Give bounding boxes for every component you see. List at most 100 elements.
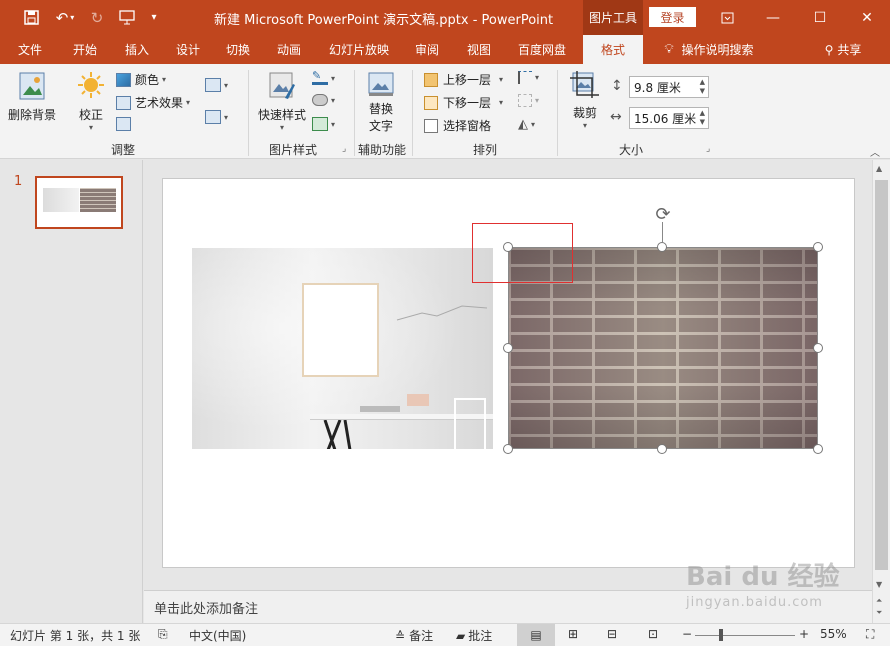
ribbon-tabs: 文件 开始 插入 设计 切换 动画 幻灯片放映 审阅 视图 百度网盘 格式 💡︎… bbox=[0, 35, 890, 64]
collapse-ribbon-icon[interactable]: ︿ bbox=[870, 144, 880, 159]
tab-slideshow[interactable]: 幻灯片放映 bbox=[322, 35, 396, 64]
slide-thumbnail[interactable] bbox=[35, 176, 123, 229]
status-bar: 幻灯片 第 1 张，共 1 张 ⎘ 中文(中国) ≙ 备注 ▰ 批注 ▤ ⊞ ⊟… bbox=[0, 623, 890, 646]
resize-handle-w[interactable] bbox=[503, 343, 513, 353]
artistic-effects-button[interactable]: 艺术效果 ▾ bbox=[116, 94, 190, 111]
slideshow-view-icon[interactable]: ⊡ bbox=[648, 627, 658, 641]
reading-view-icon[interactable]: ⊟ bbox=[607, 627, 617, 641]
zoom-out-button[interactable]: − bbox=[682, 627, 692, 641]
corrections-button[interactable]: 校正 ▾ bbox=[76, 70, 106, 132]
crop-label: 裁剪 bbox=[572, 106, 597, 120]
zoom-in-button[interactable]: + bbox=[799, 627, 809, 641]
change-picture-button[interactable]: ▾ bbox=[205, 78, 228, 92]
selection-pane-button[interactable]: 选择窗格 bbox=[424, 117, 491, 134]
color-button[interactable]: 颜色 ▾ bbox=[116, 71, 166, 88]
resize-handle-se[interactable] bbox=[813, 444, 823, 454]
tab-design[interactable]: 设计 bbox=[165, 35, 211, 64]
group-separator bbox=[354, 70, 355, 156]
resize-handle-e[interactable] bbox=[813, 343, 823, 353]
slide-sorter-icon[interactable]: ⊞ bbox=[568, 627, 578, 641]
maximize-icon[interactable]: ☐ bbox=[797, 0, 843, 35]
alt-text-button[interactable]: 替换 文字 bbox=[366, 70, 396, 134]
tab-format[interactable]: 格式 bbox=[583, 35, 643, 64]
rotate-connector bbox=[662, 222, 663, 242]
scroll-thumb[interactable] bbox=[875, 180, 888, 570]
title-bar: ↶ ▾ ↻ ▾ 新建 Microsoft PowerPoint 演示文稿.pptx… bbox=[0, 0, 890, 35]
quick-styles-button[interactable]: 快速样式 ▾ bbox=[258, 70, 306, 132]
send-backward-button[interactable]: 下移一层 ▾ bbox=[424, 94, 503, 111]
tab-review[interactable]: 审阅 bbox=[404, 35, 450, 64]
language-label[interactable]: 中文(中国) bbox=[189, 627, 246, 644]
resize-handle-sw[interactable] bbox=[503, 444, 513, 454]
height-icon: ↕ bbox=[611, 78, 623, 94]
vertical-scrollbar[interactable]: ▲ ▼ ⏶ ⏷ bbox=[872, 160, 890, 623]
normal-view-icon[interactable]: ▤ bbox=[517, 624, 555, 646]
spinner-arrows-icon[interactable]: ▲ ▼ bbox=[700, 78, 705, 96]
compress-pictures-button[interactable] bbox=[116, 117, 131, 131]
color-icon bbox=[116, 72, 131, 87]
height-input[interactable]: 9.8 厘米 ▲ ▼ bbox=[629, 76, 709, 98]
desk-item bbox=[407, 394, 429, 406]
tab-animations[interactable]: 动画 bbox=[266, 35, 312, 64]
previous-slide-icon[interactable]: ⏶ bbox=[876, 596, 882, 606]
comments-button[interactable]: ▰ 批注 bbox=[456, 627, 492, 644]
width-input[interactable]: 15.06 厘米 ▲ ▼ bbox=[629, 107, 709, 129]
height-value: 9.8 厘米 bbox=[634, 80, 681, 95]
share-button[interactable]: ⚲ 共享 bbox=[818, 35, 868, 64]
quick-styles-icon bbox=[269, 72, 295, 99]
group-label-size: 大小 bbox=[619, 143, 644, 157]
tell-me-search[interactable]: 💡︎ 操作说明搜索 bbox=[654, 35, 764, 64]
picture-tools-context-label: 图片工具 bbox=[583, 0, 643, 35]
resize-handle-n[interactable] bbox=[657, 242, 667, 252]
picture-border-button[interactable]: ✎ ▾ bbox=[312, 70, 335, 85]
bring-forward-button[interactable]: 上移一层 ▾ bbox=[424, 71, 503, 88]
tab-view[interactable]: 视图 bbox=[456, 35, 502, 64]
tab-transitions[interactable]: 切换 bbox=[215, 35, 261, 64]
wall-picture[interactable] bbox=[192, 248, 493, 449]
spinner-arrows-icon[interactable]: ▲ ▼ bbox=[700, 109, 705, 127]
picture-effects-button[interactable]: ▾ bbox=[312, 94, 335, 106]
rotate-icon: ◭ bbox=[518, 117, 528, 132]
picture-layout-icon bbox=[312, 117, 328, 131]
redo-icon[interactable]: ↻ bbox=[86, 0, 108, 35]
group-label-accessibility: 辅助功能 bbox=[358, 143, 407, 157]
reset-picture-button[interactable]: ▾ bbox=[205, 110, 228, 124]
group-objects-button[interactable]: ▾ bbox=[518, 94, 539, 107]
tab-home[interactable]: 开始 bbox=[62, 35, 108, 64]
scroll-up-icon[interactable]: ▲ bbox=[876, 164, 882, 173]
zoom-level[interactable]: 55% bbox=[820, 627, 847, 641]
zoom-slider-thumb[interactable] bbox=[719, 629, 723, 641]
tab-baidu-netdisk[interactable]: 百度网盘 bbox=[510, 35, 574, 64]
size-dialog-launcher-icon[interactable]: ⌟ bbox=[706, 144, 710, 154]
align-button[interactable]: ▾ bbox=[518, 71, 539, 84]
fit-to-window-icon[interactable]: ⛶ bbox=[866, 627, 874, 642]
scroll-down-icon[interactable]: ▼ bbox=[876, 580, 882, 589]
next-slide-icon[interactable]: ⏷ bbox=[876, 608, 882, 618]
slide-thumbnail-pane: 1 bbox=[0, 160, 143, 623]
alt-text-label-line1: 替换 bbox=[368, 102, 393, 116]
minimize-icon[interactable]: — bbox=[750, 0, 796, 35]
rotate-handle-icon[interactable]: ⟳ bbox=[652, 203, 674, 225]
undo-icon[interactable]: ↶ ▾ bbox=[48, 0, 82, 35]
save-icon[interactable] bbox=[18, 0, 44, 35]
notes-toggle-button[interactable]: ≙ 备注 bbox=[395, 627, 433, 644]
tab-insert[interactable]: 插入 bbox=[114, 35, 160, 64]
picture-layout-button[interactable]: ▾ bbox=[312, 117, 335, 131]
change-picture-icon bbox=[205, 78, 221, 92]
tab-file[interactable]: 文件 bbox=[8, 35, 52, 64]
zoom-slider[interactable] bbox=[695, 635, 795, 636]
ribbon-display-icon[interactable] bbox=[704, 0, 750, 35]
dialog-launcher-icon[interactable]: ⌟ bbox=[342, 144, 346, 154]
present-icon[interactable] bbox=[114, 0, 140, 35]
slide-number: 1 bbox=[14, 174, 23, 189]
customize-icon[interactable]: ▾ bbox=[144, 0, 164, 35]
login-button[interactable]: 登录 bbox=[649, 7, 696, 27]
crop-button[interactable]: 裁剪 ▾ bbox=[569, 70, 601, 130]
rotate-button[interactable]: ◭ ▾ bbox=[518, 117, 535, 132]
spellcheck-icon[interactable]: ⎘ bbox=[158, 627, 168, 642]
resize-handle-s[interactable] bbox=[657, 444, 667, 454]
remove-background-button[interactable]: 删除背景 bbox=[8, 70, 56, 123]
close-icon[interactable]: ✕ bbox=[844, 0, 890, 35]
resize-handle-ne[interactable] bbox=[813, 242, 823, 252]
bring-forward-icon bbox=[424, 72, 438, 87]
